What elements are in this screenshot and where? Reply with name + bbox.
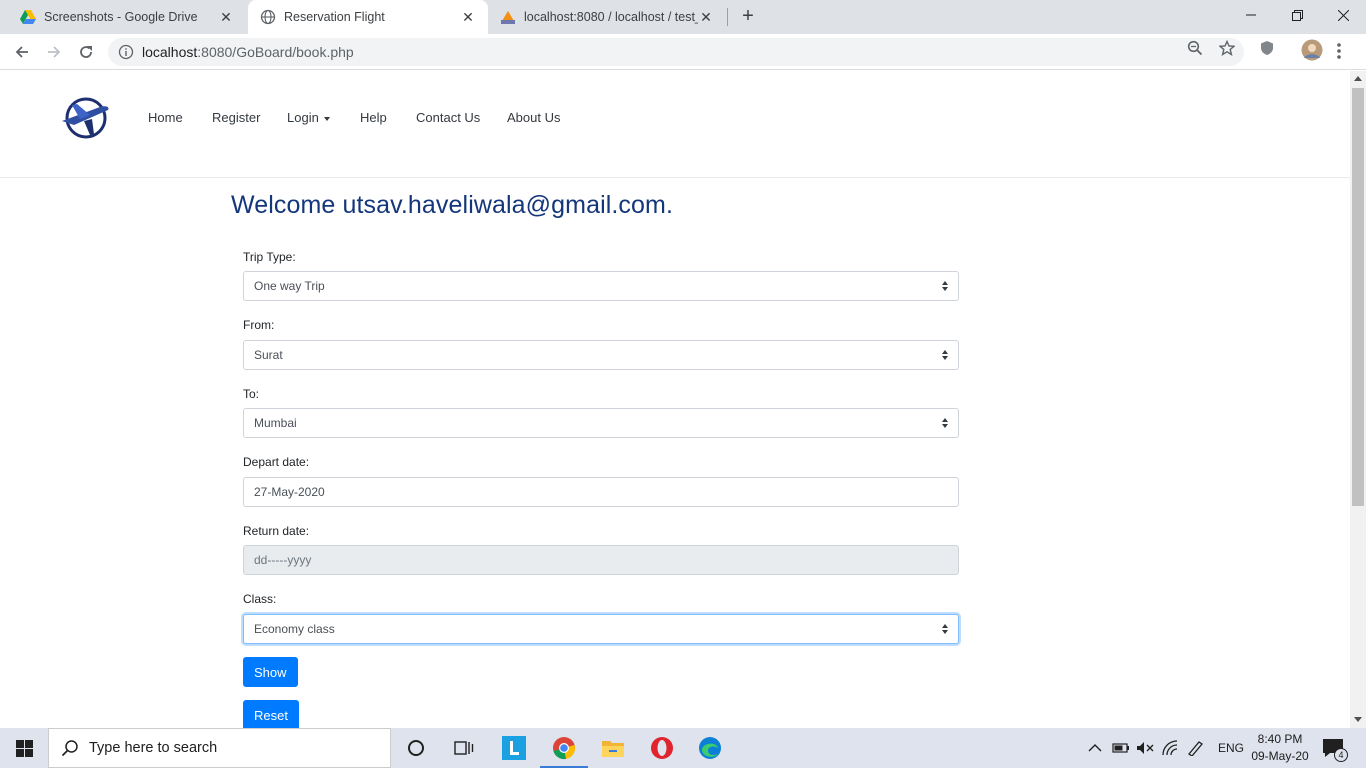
scroll-thumb[interactable] — [1352, 88, 1364, 506]
new-tab-button[interactable]: + — [737, 6, 759, 28]
taskbar-clock[interactable]: 8:40 PM 09-May-20 — [1244, 731, 1316, 765]
zoom-icon[interactable] — [1187, 40, 1203, 56]
reset-button[interactable]: Reset — [243, 700, 299, 728]
wifi-icon[interactable] — [1161, 728, 1179, 768]
welcome-heading: Welcome utsav.haveliwala@gmail.com. — [231, 191, 674, 219]
to-value: Mumbai — [254, 416, 297, 430]
pen-workspace-icon[interactable] — [1187, 728, 1205, 768]
tab-title: Screenshots - Google Drive — [44, 10, 198, 24]
show-button[interactable]: Show — [243, 657, 298, 687]
close-window-icon[interactable] — [1320, 0, 1366, 30]
notification-count-badge: 4 — [1334, 748, 1348, 762]
from-value: Surat — [254, 348, 283, 362]
site-navbar: Home Register Login Help Contact Us Abou… — [0, 71, 1351, 178]
depart-date-label: Depart date: — [243, 455, 310, 469]
back-icon[interactable] — [9, 39, 35, 65]
tab-separator — [727, 8, 728, 26]
return-date-placeholder: dd-----yyyy — [254, 553, 312, 567]
clock-time: 8:40 PM — [1257, 732, 1303, 746]
nav-contact-us[interactable]: Contact Us — [416, 110, 480, 125]
scroll-up-icon[interactable] — [1354, 76, 1362, 81]
url-host: localhost — [142, 44, 198, 60]
trip-type-select[interactable]: One way Trip — [243, 271, 959, 301]
search-placeholder: Type here to search — [89, 740, 218, 756]
cortana-icon[interactable] — [392, 728, 440, 768]
task-view-icon[interactable] — [440, 728, 488, 768]
reload-icon[interactable] — [73, 39, 99, 65]
windows-taskbar: Type here to search ENG 8:40 PM 09-May-2… — [0, 728, 1366, 768]
minimize-icon[interactable] — [1228, 0, 1274, 30]
google-drive-icon — [20, 9, 36, 25]
airplane-logo-icon[interactable] — [60, 95, 112, 141]
select-arrows-icon — [942, 418, 949, 430]
url-text: localhost:8080/GoBoard/book.php — [142, 44, 354, 60]
page-viewport: Home Register Login Help Contact Us Abou… — [0, 71, 1351, 728]
forward-icon[interactable] — [41, 39, 67, 65]
tab-phpmyadmin[interactable]: localhost:8080 / localhost / test_c ✕ — [488, 0, 726, 34]
chrome-taskbar-icon[interactable] — [540, 728, 588, 768]
nav-register[interactable]: Register — [212, 110, 260, 125]
return-date-input[interactable]: dd-----yyyy — [243, 545, 959, 575]
depart-date-value: 27-May-2020 — [254, 485, 325, 499]
caret-down-icon — [323, 116, 330, 121]
edge-icon[interactable] — [686, 728, 734, 768]
file-explorer-icon[interactable] — [589, 728, 637, 768]
nav-login-label: Login — [287, 110, 319, 125]
globe-icon — [260, 9, 276, 25]
restore-icon[interactable] — [1274, 0, 1320, 30]
phpmyadmin-icon — [500, 9, 516, 25]
select-arrows-icon — [942, 350, 949, 362]
class-select[interactable]: Economy class — [243, 614, 959, 644]
taskbar-search-box[interactable]: Type here to search — [48, 728, 391, 768]
tab-google-drive[interactable]: Screenshots - Google Drive ✕ — [8, 0, 246, 34]
clock-date: 09-May-20 — [1251, 749, 1309, 763]
scroll-down-icon[interactable] — [1354, 717, 1362, 722]
trip-type-label: Trip Type: — [243, 250, 296, 264]
close-tab-icon[interactable]: ✕ — [698, 9, 714, 25]
bookmark-star-icon[interactable] — [1218, 39, 1236, 56]
search-icon — [61, 739, 79, 757]
select-arrows-icon — [942, 624, 949, 636]
from-select[interactable]: Surat — [243, 340, 959, 370]
windows-start-icon[interactable] — [0, 728, 48, 768]
opera-icon[interactable] — [638, 728, 686, 768]
close-tab-icon[interactable]: ✕ — [218, 9, 234, 25]
select-arrows-icon — [942, 281, 949, 293]
tab-title: Reservation Flight — [284, 10, 385, 24]
depart-date-input[interactable]: 27-May-2020 — [243, 477, 959, 507]
close-tab-icon[interactable]: ✕ — [460, 9, 476, 25]
return-date-label: Return date: — [243, 524, 310, 538]
browser-toolbar: localhost:8080/GoBoard/book.php — [0, 34, 1366, 70]
profile-avatar[interactable] — [1301, 39, 1323, 61]
nav-home[interactable]: Home — [148, 110, 183, 125]
trip-type-value: One way Trip — [254, 279, 325, 293]
extension-shield-icon[interactable] — [1259, 40, 1275, 56]
from-label: From: — [243, 318, 275, 332]
to-label: To: — [243, 387, 260, 401]
tab-reservation-flight[interactable]: Reservation Flight ✕ — [248, 0, 488, 34]
input-language[interactable]: ENG — [1218, 728, 1244, 768]
nav-login-dropdown[interactable]: Login — [287, 110, 330, 125]
to-select[interactable]: Mumbai — [243, 408, 959, 438]
address-bar[interactable]: localhost:8080/GoBoard/book.php — [108, 38, 1244, 66]
url-path: :8080/GoBoard/book.php — [197, 44, 354, 60]
class-label: Class: — [243, 592, 277, 606]
page-scrollbar[interactable] — [1350, 71, 1366, 728]
browser-menu-icon[interactable] — [1336, 42, 1342, 60]
nav-help[interactable]: Help — [360, 110, 387, 125]
tab-title: localhost:8080 / localhost / test_c — [524, 10, 698, 24]
show-hidden-icons[interactable] — [1088, 728, 1102, 768]
site-info-icon[interactable] — [118, 44, 134, 60]
browser-tab-strip: Screenshots - Google Drive ✕ Reservation… — [0, 0, 1366, 34]
class-value: Economy class — [254, 622, 335, 636]
volume-muted-icon[interactable] — [1136, 728, 1154, 768]
nav-about-us[interactable]: About Us — [507, 110, 560, 125]
battery-icon[interactable] — [1112, 728, 1130, 768]
lenovo-l-app-icon[interactable] — [490, 728, 538, 768]
